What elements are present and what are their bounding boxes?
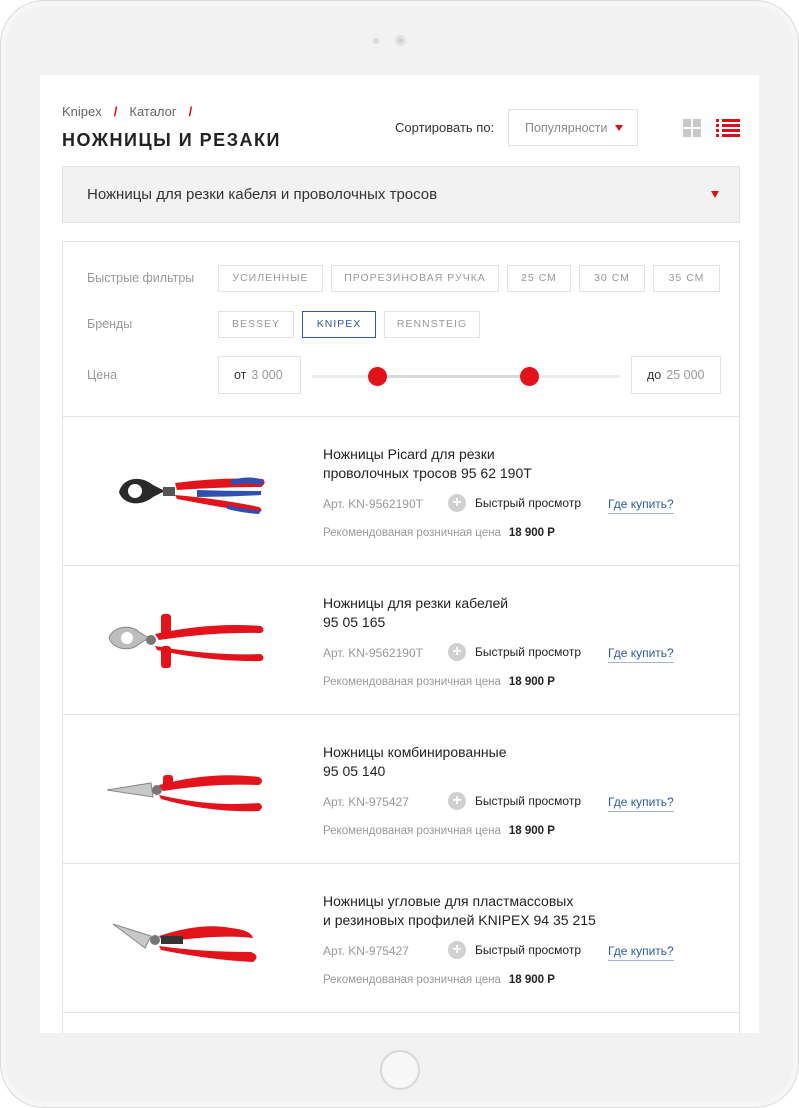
price-value: 18 900 Р <box>508 825 555 837</box>
product-article: Арт. KN-975427 <box>323 944 409 958</box>
product-card: Ножницы угловые для пластмассовых и рези… <box>63 864 739 1013</box>
quick-filters-label: Быстрые фильтры <box>87 271 195 285</box>
filter-chip-reinforced[interactable]: Усиленные <box>218 265 323 292</box>
product-name[interactable]: Ножницы комбинированные 95 05 140 <box>323 743 653 781</box>
plus-icon: + <box>448 643 466 661</box>
quick-view-label: Быстрый просмотр <box>475 496 582 510</box>
brands-label: Бренды <box>87 317 133 331</box>
price-slider-max-handle[interactable] <box>520 367 539 386</box>
recommended-price: Рекомендованая розничная цена 18 900 Р <box>323 527 555 539</box>
product-image[interactable] <box>101 447 271 537</box>
recommended-price-label: Рекомендованая розничная цена <box>323 527 501 539</box>
recommended-price-label: Рекомендованая розничная цена <box>323 974 501 986</box>
recommended-price-label: Рекомендованая розничная цена <box>323 825 501 837</box>
plus-icon: + <box>448 494 466 512</box>
where-to-buy-link[interactable]: Где купить? <box>608 944 674 961</box>
product-name-line: Ножницы для резки кабелей <box>323 595 509 611</box>
price-from-input[interactable]: от 3 000 <box>218 356 301 394</box>
where-to-buy-link[interactable]: Где купить? <box>608 646 674 663</box>
product-card: Ножницы для резки кабелей 95 05 165 Арт.… <box>63 566 739 715</box>
caret-down-icon <box>711 191 719 198</box>
product-image[interactable] <box>101 894 271 984</box>
filter-chip-30cm[interactable]: 30 см <box>579 265 645 292</box>
catalog-panel: Быстрые фильтры Усиленные Прорезиновая р… <box>62 241 740 1033</box>
product-card: Ножницы Picard для резки проволочных тро… <box>63 417 739 566</box>
price-value: 18 900 Р <box>508 974 555 986</box>
price-value: 18 900 Р <box>508 676 555 688</box>
breadcrumb-link-knipex[interactable]: Knipex <box>62 104 102 119</box>
sort-select[interactable]: Популярности <box>508 109 638 146</box>
product-name[interactable]: Ножницы угловые для пластмассовых и рези… <box>323 892 653 930</box>
recommended-price-label: Рекомендованая розничная цена <box>323 676 501 688</box>
list-view-icon[interactable] <box>716 119 740 137</box>
product-article: Арт. KN-975427 <box>323 795 409 809</box>
filter-chip-25cm[interactable]: 25 см <box>507 265 571 292</box>
product-name-line: и резиновых профилей KNIPEX 94 35 215 <box>323 912 596 928</box>
breadcrumb-separator: / <box>188 104 193 119</box>
brand-chip-knipex[interactable]: KNIPEX <box>302 311 376 338</box>
product-card: Ножницы комбинированные 95 05 140 Арт. K… <box>63 715 739 864</box>
recommended-price: Рекомендованая розничная цена 18 900 Р <box>323 974 555 986</box>
filter-chip-35cm[interactable]: 35 см <box>653 265 720 292</box>
where-to-buy-link[interactable]: Где купить? <box>608 497 674 514</box>
plus-icon: + <box>448 792 466 810</box>
brand-chip-bessey[interactable]: BESSEY <box>218 311 294 338</box>
filters-section: Быстрые фильтры Усиленные Прорезиновая р… <box>63 242 739 417</box>
price-from-value: 3 000 <box>251 368 283 382</box>
quick-view-button[interactable]: + Быстрый просмотр <box>448 941 581 959</box>
brand-chip-rennsteig[interactable]: RENNSTEIG <box>384 311 480 338</box>
recommended-price: Рекомендованая розничная цена 18 900 Р <box>323 676 555 688</box>
product-name-line: 95 05 165 <box>323 614 386 630</box>
sensor-dot <box>373 38 379 44</box>
product-article: Арт. KN-9562190T <box>323 497 423 511</box>
screen: Knipex / Каталог / НОЖНИЦЫ И РЕЗАКИ Сорт… <box>40 75 759 1033</box>
price-from-prefix: от <box>234 368 247 382</box>
product-image[interactable] <box>101 596 271 686</box>
plus-icon: + <box>448 941 466 959</box>
price-to-value: 25 000 <box>666 368 705 382</box>
product-name-line: Ножницы угловые для пластмассовых <box>323 893 574 909</box>
price-value: 18 900 Р <box>508 527 555 539</box>
product-name[interactable]: Ножницы для резки кабелей 95 05 165 <box>323 594 653 632</box>
price-label: Цена <box>87 368 118 382</box>
quick-view-label: Быстрый просмотр <box>475 645 582 659</box>
grid-view-icon[interactable] <box>683 119 701 137</box>
product-name-line: 95 05 140 <box>323 763 386 779</box>
caret-down-icon <box>615 125 623 131</box>
filter-chip-rubber-handle[interactable]: Прорезиновая ручка <box>331 265 499 292</box>
product-name[interactable]: Ножницы Picard для резки проволочных тро… <box>323 445 653 483</box>
quick-view-button[interactable]: + Быстрый просмотр <box>448 494 581 512</box>
page-title: НОЖНИЦЫ И РЕЗАКИ <box>62 130 281 150</box>
product-name-line: Ножницы комбинированные <box>323 744 507 760</box>
product-name-line: проволочных тросов 95 62 190T <box>323 465 532 481</box>
price-slider-min-handle[interactable] <box>368 367 387 386</box>
product-image[interactable] <box>101 745 271 835</box>
product-article: Арт. KN-9562190T <box>323 646 423 660</box>
breadcrumb-link-catalog[interactable]: Каталог <box>129 104 176 119</box>
quick-view-button[interactable]: + Быстрый просмотр <box>448 643 581 661</box>
category-select-value: Ножницы для резки кабеля и проволочных т… <box>87 186 438 203</box>
quick-view-label: Быстрый просмотр <box>475 794 582 808</box>
breadcrumb: Knipex / Каталог / <box>62 104 204 119</box>
price-slider-range <box>377 375 529 378</box>
category-select[interactable]: Ножницы для резки кабеля и проволочных т… <box>62 166 740 223</box>
quick-view-label: Быстрый просмотр <box>475 943 582 957</box>
recommended-price: Рекомендованая розничная цена 18 900 Р <box>323 825 555 837</box>
price-to-prefix: до <box>647 368 662 382</box>
where-to-buy-link[interactable]: Где купить? <box>608 795 674 812</box>
product-name-line: Ножницы Picard для резки <box>323 446 495 462</box>
sort-label: Сортировать по: <box>395 120 495 135</box>
tablet-frame: Knipex / Каталог / НОЖНИЦЫ И РЕЗАКИ Сорт… <box>0 0 799 1108</box>
home-button[interactable] <box>380 1050 420 1090</box>
price-to-input[interactable]: до 25 000 <box>631 356 721 394</box>
quick-view-button[interactable]: + Быстрый просмотр <box>448 792 581 810</box>
sort-select-value: Популярности <box>525 121 608 135</box>
breadcrumb-separator: / <box>113 104 118 119</box>
camera-lens <box>395 35 406 46</box>
